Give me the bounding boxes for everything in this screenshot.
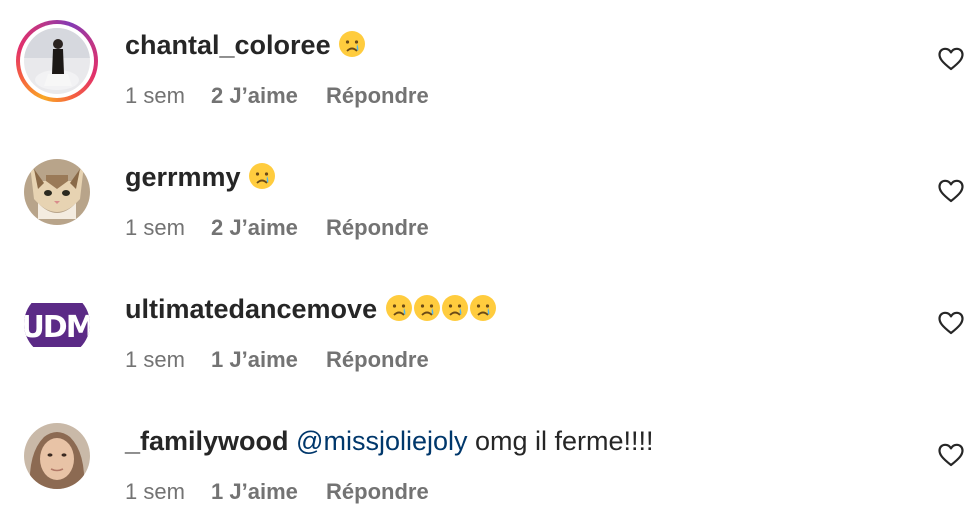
comment-time: 1 sem: [125, 347, 185, 372]
comment-time: 1 sem: [125, 215, 185, 240]
comment-time: 1 sem: [125, 83, 185, 108]
username[interactable]: chantal_coloree: [125, 30, 331, 60]
comment-item: _familywood @missjoliejoly omg il ferme!…: [0, 396, 980, 528]
heart-outline-icon[interactable]: [938, 311, 964, 335]
comment-time: 1 sem: [125, 479, 185, 504]
likes-count-link[interactable]: 2 J’aime: [211, 83, 298, 108]
comment-item: chantal_coloree 1 sem 2 J’aime Répondre: [0, 0, 980, 132]
username[interactable]: _familywood: [125, 426, 289, 456]
crying-face-emoji: [385, 294, 413, 330]
crying-face-emoji: [441, 294, 469, 330]
mention-link[interactable]: @missjoliejoly: [296, 426, 467, 456]
reply-button[interactable]: Répondre: [326, 83, 429, 108]
likes-count-link[interactable]: 1 J’aime: [211, 479, 298, 504]
crying-face-emoji: [338, 30, 366, 66]
avatar[interactable]: [24, 159, 90, 225]
crying-face-emoji: [248, 162, 276, 198]
story-ring[interactable]: [16, 20, 98, 102]
reply-button[interactable]: Répondre: [326, 215, 429, 240]
comment-item: gerrmmy 1 sem 2 J’aime Répondre: [0, 132, 980, 264]
heart-outline-icon[interactable]: [938, 47, 964, 71]
crying-face-emoji: [413, 294, 441, 330]
comment-text: omg il ferme!!!!: [475, 426, 654, 456]
likes-count-link[interactable]: 2 J’aime: [211, 215, 298, 240]
username[interactable]: gerrmmy: [125, 162, 241, 192]
udm-logo-text: UDM: [24, 310, 90, 345]
username[interactable]: ultimatedancemove: [125, 294, 377, 324]
heart-outline-icon[interactable]: [938, 443, 964, 467]
avatar[interactable]: [24, 423, 90, 489]
reply-button[interactable]: Répondre: [326, 479, 429, 504]
likes-count-link[interactable]: 1 J’aime: [211, 347, 298, 372]
crying-face-emoji: [469, 294, 497, 330]
comment-item: UDM ultimatedancemove 1 sem 1 J’aime Rép…: [0, 264, 980, 396]
reply-button[interactable]: Répondre: [326, 347, 429, 372]
heart-outline-icon[interactable]: [938, 179, 964, 203]
avatar[interactable]: UDM: [24, 291, 90, 357]
avatar[interactable]: [24, 28, 90, 94]
